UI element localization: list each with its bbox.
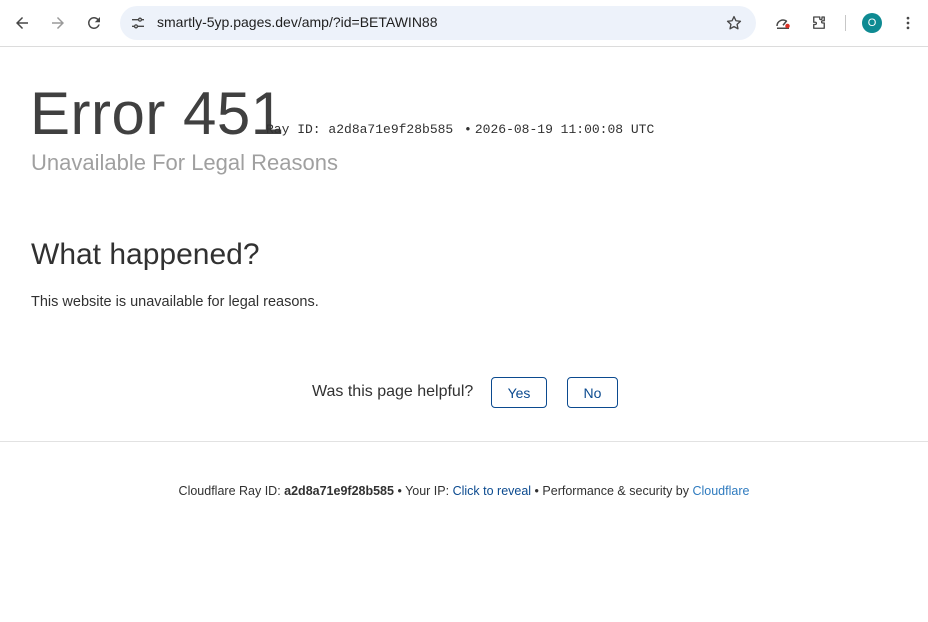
- site-info-icon[interactable]: [128, 13, 148, 33]
- reload-button[interactable]: [82, 11, 106, 35]
- cloudflare-link[interactable]: Cloudflare: [692, 484, 749, 498]
- feedback-yes-button[interactable]: Yes: [491, 377, 547, 408]
- browser-toolbar: smartly-5yp.pages.dev/amp/?id=BETAWIN88 …: [0, 0, 928, 47]
- what-happened-text: This website is unavailable for legal re…: [31, 294, 319, 310]
- ray-id-label: Ray ID: a2d8a71e9f28b585: [266, 122, 454, 137]
- forward-button[interactable]: [46, 11, 70, 35]
- footer-perf-text: Performance & security by: [542, 484, 693, 498]
- ray-id-line: Ray ID: a2d8a71e9f28b585 • 2026-08-19 11:…: [266, 122, 654, 137]
- reveal-ip-link[interactable]: Click to reveal: [453, 484, 532, 498]
- back-button[interactable]: [10, 11, 34, 35]
- puzzle-icon: [813, 16, 825, 29]
- footer-ip-prefix: Your IP:: [405, 484, 453, 498]
- arrow-right-icon: [52, 17, 64, 29]
- footer: Cloudflare Ray ID: a2d8a71e9f28b585 • Yo…: [0, 484, 928, 498]
- profile-avatar[interactable]: O: [862, 13, 882, 33]
- bookmark-star-icon[interactable]: [724, 13, 744, 33]
- menu-button[interactable]: [896, 11, 920, 35]
- footer-ray-id: a2d8a71e9f28b585: [284, 484, 394, 498]
- reload-icon: [87, 16, 100, 29]
- error-subtitle: Unavailable For Legal Reasons: [31, 150, 338, 175]
- feedback-question: Was this page helpful?: [312, 383, 474, 400]
- extensions-button[interactable]: [807, 11, 831, 35]
- kebab-menu-icon: [906, 16, 910, 30]
- footer-separator: •: [531, 484, 543, 498]
- ray-separator: •: [464, 122, 472, 137]
- error-code-heading: Error 451: [30, 80, 285, 147]
- footer-divider: [0, 441, 928, 442]
- speedometer-off-icon: [776, 19, 790, 29]
- arrow-left-icon: [16, 17, 28, 29]
- footer-ray-prefix: Cloudflare Ray ID:: [178, 484, 285, 498]
- address-bar[interactable]: smartly-5yp.pages.dev/amp/?id=BETAWIN88: [120, 6, 756, 40]
- what-happened-heading: What happened?: [31, 238, 260, 271]
- footer-separator: •: [393, 484, 406, 498]
- error-timestamp: 2026-08-19 11:00:08 UTC: [474, 122, 655, 137]
- performance-button[interactable]: [771, 11, 795, 35]
- feedback-no-button[interactable]: No: [567, 377, 618, 408]
- toolbar-divider: [845, 15, 846, 31]
- url-text[interactable]: smartly-5yp.pages.dev/amp/?id=BETAWIN88: [157, 14, 438, 30]
